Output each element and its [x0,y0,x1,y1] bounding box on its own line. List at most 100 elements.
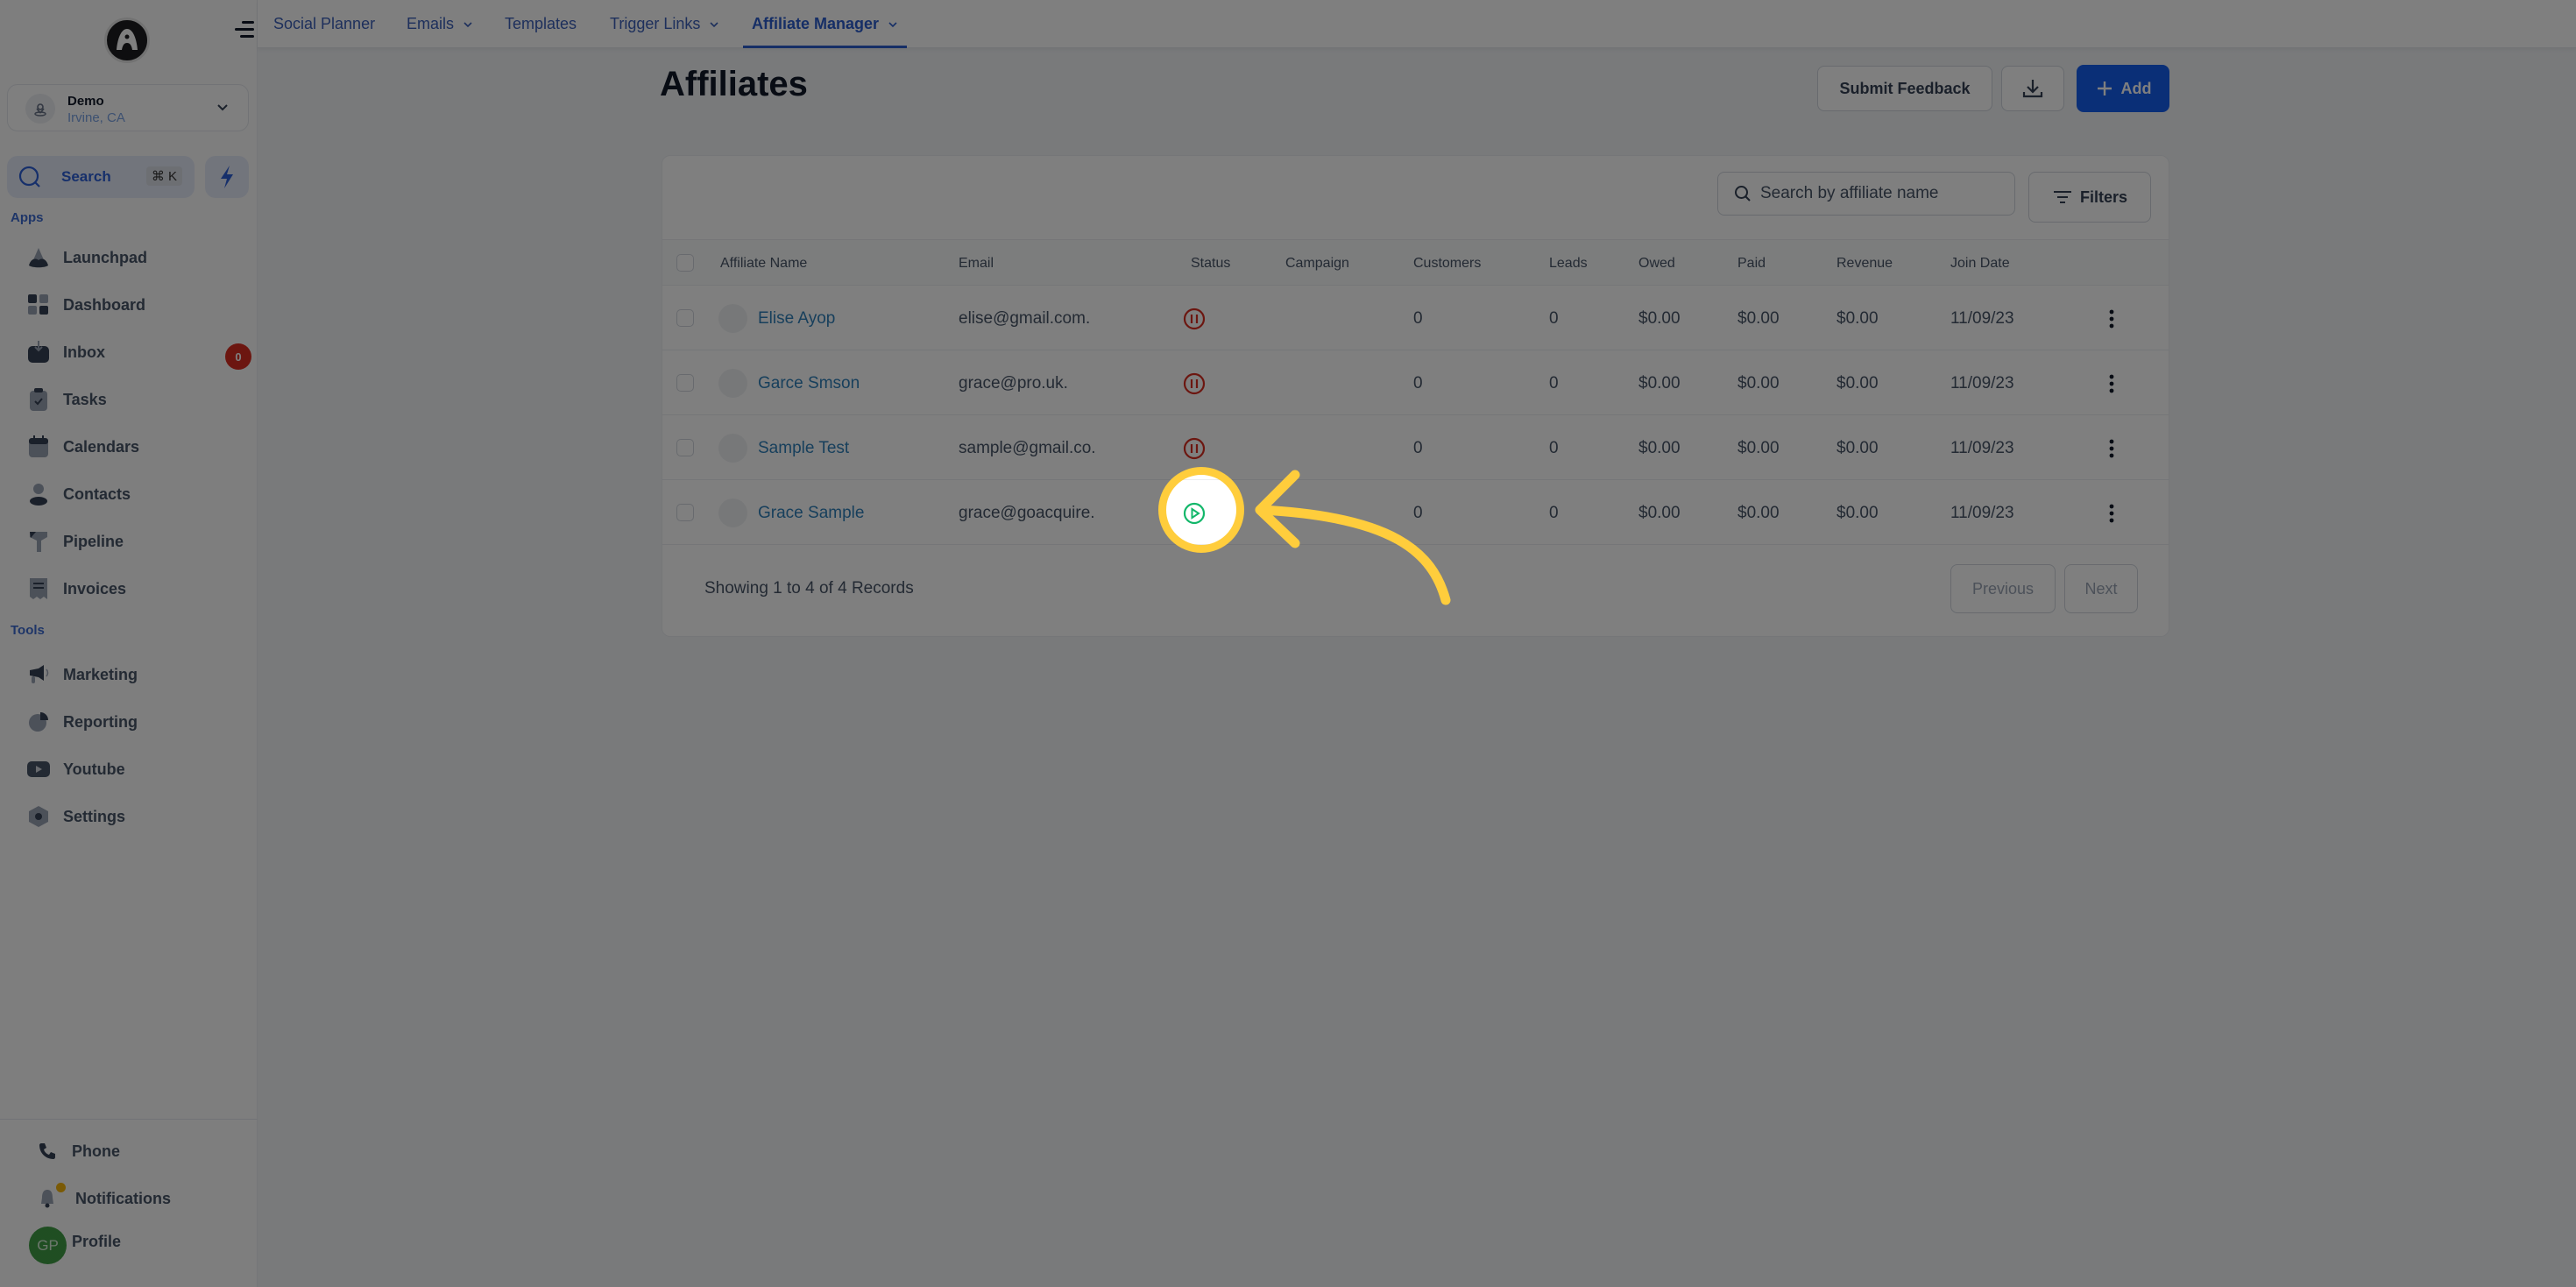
more-vertical-icon[interactable] [2099,501,2124,526]
avatar [718,304,747,333]
status-cell [1182,416,1207,480]
affiliate-search-input[interactable] [1760,184,2006,203]
sidebar-item-label: Launchpad [63,248,148,266]
collapse-sidebar-button[interactable] [233,19,254,40]
chevron-down-icon [888,21,897,27]
tab-label: Templates [505,15,577,32]
search-icon [1735,186,1751,202]
affiliate-search[interactable] [1717,172,2015,216]
affiliate-name-link[interactable]: Elise Ayop [758,286,835,350]
sidebar-item-calendars[interactable]: Calendars [26,429,245,464]
row-checkbox[interactable] [676,374,694,392]
affiliates-table-card: Filters Affiliate Name Email Status Camp… [662,155,2169,637]
sidebar-phone[interactable]: Phone [35,1134,254,1169]
tab-label: Trigger Links [610,15,701,32]
sidebar-search-button[interactable]: Search ⌘ K [7,156,195,198]
download-button[interactable] [2001,66,2064,111]
sidebar-notifications[interactable]: Notifications [35,1181,254,1216]
row-actions [2099,351,2124,415]
cell-email: sample@gmail.co. [959,438,1096,457]
sidebar-item-reporting[interactable]: Reporting [26,704,245,739]
column-header[interactable]: Revenue [1836,240,1893,286]
sidebar-item-invoices[interactable]: Invoices [26,571,245,606]
location-switcher[interactable]: Demo Irvine, CA [7,84,249,131]
sidebar-item-tasks[interactable]: Tasks [26,382,245,417]
sidebar-item-inbox[interactable]: Inbox 0 [26,335,251,370]
sidebar-item-marketing[interactable]: Marketing [26,657,245,692]
previous-page-button[interactable]: Previous [1950,564,2056,613]
sidebar-item-settings[interactable]: Settings [26,799,245,834]
row-checkbox[interactable] [676,309,694,327]
sidebar-item-label: Tasks [63,390,107,408]
next-page-button[interactable]: Next [2064,564,2138,613]
cell-join-date: 11/09/23 [1950,438,2014,457]
megaphone-icon [26,662,51,687]
column-header[interactable]: Status [1191,240,1230,286]
filters-button[interactable]: Filters [2028,172,2151,223]
more-vertical-icon[interactable] [2099,307,2124,331]
sidebar-item-label: Reporting [63,712,138,731]
tab-affiliate-manager[interactable]: Affiliate Manager [742,0,908,48]
records-count: Showing 1 to 4 of 4 Records [704,579,914,598]
top-navigation: Social Planner Emails Templates Trigger … [258,0,2576,48]
column-header[interactable]: Leads [1549,240,1588,286]
sidebar-item-label: Invoices [63,579,127,598]
pause-circle-icon[interactable] [1182,371,1207,396]
tools-section-label: Tools [11,623,45,638]
cell-owed: $0.00 [1638,373,1681,392]
row-checkbox[interactable] [676,504,694,521]
submit-feedback-button[interactable]: Submit Feedback [1817,66,1992,111]
sidebar-item-label: Contacts [63,484,131,503]
column-header[interactable]: Owed [1638,240,1675,286]
cell-leads: 0 [1549,438,1559,457]
filter-lines-icon [2053,191,2071,203]
more-vertical-icon[interactable] [2099,371,2124,396]
tab-templates[interactable]: Templates [505,0,577,48]
pause-circle-icon[interactable] [1182,436,1207,461]
sidebar-item-label: Inbox [63,343,105,361]
play-circle-icon[interactable] [1182,501,1207,526]
sidebar-item-contacts[interactable]: Contacts [26,477,245,512]
status-cell [1182,351,1207,415]
affiliate-name-link[interactable]: Garce Smson [758,351,860,415]
more-vertical-icon[interactable] [2099,436,2124,461]
affiliate-name-link[interactable]: Grace Sample [758,481,864,545]
search-shortcut: ⌘ K [145,166,182,186]
column-header[interactable]: Join Date [1950,240,2010,286]
sidebar-item-label: Youtube [63,760,125,778]
column-header[interactable]: Email [959,240,994,286]
column-header[interactable]: Campaign [1285,240,1349,286]
cell-revenue: $0.00 [1836,438,1879,457]
cell-email: elise@gmail.com. [959,308,1091,328]
sidebar-item-label: Settings [63,807,126,825]
pause-circle-icon[interactable] [1182,307,1207,331]
cell-email: grace@pro.uk. [959,373,1068,392]
sidebar-item-label: Profile [72,1232,122,1250]
quick-actions-button[interactable] [205,156,249,198]
user-icon [26,482,51,506]
tab-label: Social Planner [273,15,376,32]
sidebar-item-dashboard[interactable]: Dashboard [26,287,245,322]
sidebar-item-launchpad[interactable]: Launchpad [26,240,245,275]
column-header[interactable]: Customers [1413,240,1481,286]
add-affiliate-button[interactable]: Add [2077,65,2169,112]
row-actions [2099,481,2124,545]
column-header[interactable]: Paid [1737,240,1766,286]
sidebar-profile[interactable]: Profile [60,1224,235,1259]
tab-social-planner[interactable]: Social Planner [273,0,375,48]
tab-emails[interactable]: Emails [407,0,473,48]
affiliate-name-link[interactable]: Sample Test [758,416,849,480]
sidebar-item-label: Pipeline [63,532,124,550]
sidebar-item-label: Calendars [63,437,140,456]
sidebar-item-youtube[interactable]: Youtube [26,752,245,787]
sidebar-item-pipeline[interactable]: Pipeline [26,524,245,559]
app-logo[interactable] [104,18,150,63]
logo-a-icon [117,29,138,50]
row-checkbox[interactable] [676,439,694,456]
pie-chart-icon [26,710,51,734]
table-row: Elise Ayop elise@gmail.com. 0 0 $0.00 $0.00 $0… [662,286,2169,350]
tab-trigger-links[interactable]: Trigger Links [610,0,719,48]
column-header[interactable]: Affiliate Name [720,240,807,286]
cell-owed: $0.00 [1638,503,1681,522]
select-all-checkbox[interactable] [676,254,694,272]
